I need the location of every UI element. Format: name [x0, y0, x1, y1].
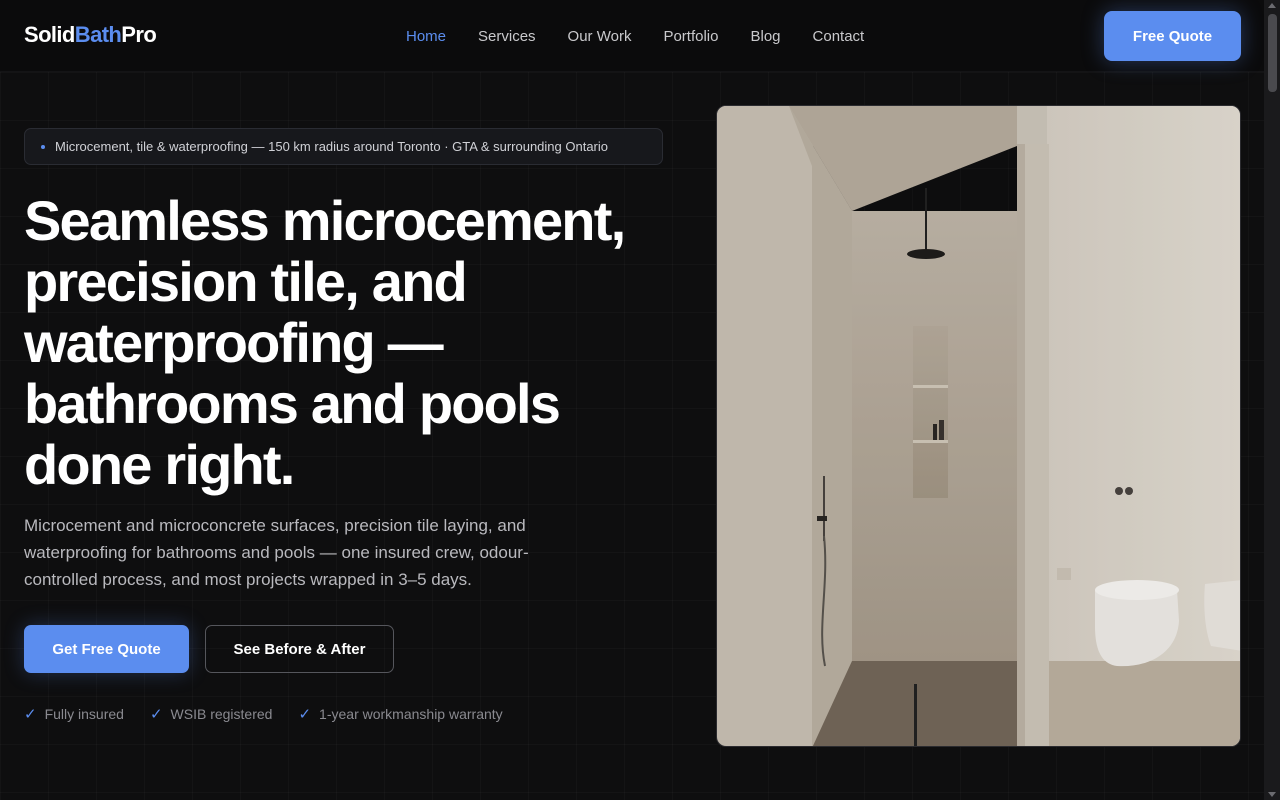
nav-links: Home Services Our Work Portfolio Blog Co… — [406, 28, 896, 45]
hero-headline: Seamless microcement, precision tile, an… — [24, 189, 626, 496]
nav-link-portfolio[interactable]: Portfolio — [663, 28, 718, 45]
nav-link-home[interactable]: Home — [406, 28, 446, 45]
logo[interactable]: SolidBathPro — [24, 22, 157, 48]
nav-link-contact[interactable]: Contact — [813, 28, 865, 45]
service-area-badge: Microcement, tile & waterproofing — 150 … — [24, 128, 663, 165]
nav-link-our-work[interactable]: Our Work — [568, 28, 632, 45]
top-navigation: SolidBathPro Home Services Our Work Port… — [0, 0, 1264, 72]
trust-item: ✓ 1-year workmanship warranty — [298, 705, 502, 723]
trust-item: ✓ Fully insured — [24, 705, 124, 723]
get-free-quote-button[interactable]: Get Free Quote — [24, 625, 189, 673]
trust-item-label: WSIB registered — [170, 706, 273, 722]
checkmark-icon: ✓ — [298, 706, 312, 723]
bathroom-hero-image — [716, 105, 1241, 747]
scroll-up-icon[interactable] — [1268, 3, 1276, 8]
dot-icon — [41, 144, 45, 149]
checkmark-icon: ✓ — [24, 706, 37, 723]
trust-list: ✓ Fully insured ✓ WSIB registered ✓ 1-ye… — [24, 705, 529, 723]
trust-item-label: 1-year workmanship warranty — [319, 706, 503, 722]
trust-item-label: Fully insured — [44, 706, 124, 722]
see-before-after-button[interactable]: See Before & After — [205, 625, 394, 673]
scrollbar-thumb[interactable] — [1268, 14, 1277, 92]
page-scrollbar[interactable] — [1264, 0, 1280, 800]
nav-link-blog[interactable]: Blog — [750, 28, 780, 45]
trust-item: ✓ WSIB registered — [150, 705, 273, 723]
badge-text: Microcement, tile & waterproofing — 150 … — [55, 139, 609, 154]
nav-link-services[interactable]: Services — [478, 28, 536, 45]
free-quote-button[interactable]: Free Quote — [1104, 11, 1241, 61]
checkmark-icon: ✓ — [149, 706, 163, 723]
scroll-down-icon[interactable] — [1268, 792, 1276, 797]
hero-subcopy: Microcement and microconcrete surfaces, … — [24, 516, 529, 589]
